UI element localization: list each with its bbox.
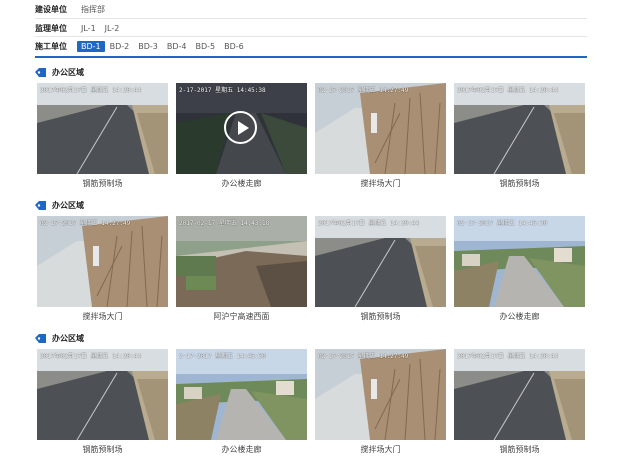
camera-feed-image (315, 349, 446, 440)
timestamp-overlay: 2017年02月17日 星期五 14:20:44 (40, 87, 142, 94)
camera-thumbnail[interactable]: 2-17-2017 星期五 14:45:30 (176, 349, 307, 440)
active-underline (35, 56, 587, 58)
filter-option[interactable]: 指挥部 (81, 4, 105, 15)
filter-option[interactable]: BD-2 (110, 42, 130, 51)
camera-thumbnail[interactable]: 02-17-2017 星期五 14:45:30 (454, 216, 585, 307)
filter-option[interactable]: BD-6 (224, 42, 244, 51)
camera-thumbnail[interactable]: 02-17-2017 星期五 14:27:49 (37, 216, 168, 307)
section-title: 办公区域 (52, 67, 84, 77)
timestamp-overlay: 2017-02-17 星期五 14:43:18 (179, 220, 270, 227)
camera-caption: 搅拌场大门 (82, 312, 123, 321)
timestamp-overlay: 02-17-2017 星期五 14:27:49 (318, 353, 409, 360)
filter-option[interactable]: BD-5 (196, 42, 216, 51)
camera-feed-image (315, 216, 446, 307)
camera-caption: 钢筋预制场 (82, 179, 123, 188)
camera-feed-image (176, 349, 307, 440)
filter-row: 建设单位 指挥部 (35, 0, 114, 18)
camera-caption: 搅拌场大门 (360, 445, 401, 454)
camera-caption: 钢筋预制场 (360, 312, 401, 321)
camera-feed-image (315, 83, 446, 174)
timestamp-overlay: 2017年02月17日 星期五 14:20:44 (457, 87, 559, 94)
section-title: 办公区域 (52, 333, 84, 343)
divider (35, 18, 587, 19)
timestamp-overlay: 2017年02月17日 星期五 14:20:44 (318, 220, 420, 227)
camera-caption: 办公楼走廊 (499, 312, 540, 321)
tag-icon (35, 67, 46, 77)
filter-option[interactable]: JL-2 (105, 24, 120, 33)
timestamp-overlay: 02-17-2017 星期五 14:27:49 (40, 220, 131, 227)
tag-icon (35, 333, 46, 343)
camera-thumbnail[interactable]: 2017年02月17日 星期五 14:20:44 (37, 83, 168, 174)
camera-thumbnail[interactable]: 2017年02月17日 星期五 14:20:44 (454, 83, 585, 174)
section-header: 办公区域 (35, 65, 84, 79)
timestamp-overlay: 2017年02月17日 星期五 14:20:44 (457, 353, 559, 360)
camera-caption: 搅拌场大门 (360, 179, 401, 188)
section-header: 办公区域 (35, 331, 84, 345)
camera-thumbnail[interactable]: 2017年02月17日 星期五 14:20:44 (315, 216, 446, 307)
camera-thumbnail[interactable]: 2017年02月17日 星期五 14:20:44 (37, 349, 168, 440)
filter-label: 施工单位 (35, 41, 67, 51)
camera-feed-image (37, 83, 168, 174)
camera-caption: 阿沪宁高速西面 (213, 312, 270, 321)
camera-thumbnail[interactable]: 02-17-2017 星期五 14:27:49 (315, 83, 446, 174)
filter-option[interactable]: BD-3 (138, 42, 158, 51)
camera-feed-image (37, 349, 168, 440)
filter-label: 建设单位 (35, 4, 67, 14)
camera-caption: 钢筋预制场 (82, 445, 123, 454)
divider (35, 36, 587, 37)
filter-label: 监理单位 (35, 23, 67, 33)
filter-row: 施工单位 BD-1 BD-2 BD-3 BD-4 BD-5 BD-6 (35, 37, 253, 55)
filter-panel: 建设单位 指挥部监理单位 JL-1 JL-2 施工单位 BD-1 BD-2 BD-3 BD-4 B… (0, 0, 621, 58)
filter-option[interactable]: BD-4 (167, 42, 187, 51)
timestamp-overlay: 02-17-2017 星期五 14:45:30 (457, 220, 548, 227)
camera-caption: 办公楼走廊 (221, 445, 262, 454)
camera-feed-image (454, 216, 585, 307)
filter-row: 监理单位 JL-1 JL-2 (35, 19, 128, 37)
camera-thumbnail[interactable]: 2017年02月17日 星期五 14:20:44 (454, 349, 585, 440)
timestamp-overlay: 2-17-2017 星期五 14:45:38 (179, 87, 266, 94)
camera-thumbnail[interactable]: 2-17-2017 星期五 14:45:38 (176, 83, 307, 174)
filter-option[interactable]: BD-1 (77, 40, 105, 52)
camera-thumbnail[interactable]: 2017-02-17 星期五 14:43:18 (176, 216, 307, 307)
camera-feed-image (37, 216, 168, 307)
camera-caption: 钢筋预制场 (499, 179, 540, 188)
section-title: 办公区域 (52, 200, 84, 210)
camera-caption: 办公楼走廊 (221, 179, 262, 188)
timestamp-overlay: 02-17-2017 星期五 14:27:49 (318, 87, 409, 94)
tag-icon (35, 200, 46, 210)
camera-feed-image (454, 349, 585, 440)
camera-feed-image (454, 83, 585, 174)
camera-caption: 钢筋预制场 (499, 445, 540, 454)
timestamp-overlay: 2-17-2017 星期五 14:45:30 (179, 353, 266, 360)
timestamp-overlay: 2017年02月17日 星期五 14:20:44 (40, 353, 142, 360)
section-header: 办公区域 (35, 198, 84, 212)
camera-thumbnail[interactable]: 02-17-2017 星期五 14:27:49 (315, 349, 446, 440)
play-icon[interactable] (224, 111, 257, 144)
camera-feed-image (176, 216, 307, 307)
filter-option[interactable]: JL-1 (81, 24, 96, 33)
